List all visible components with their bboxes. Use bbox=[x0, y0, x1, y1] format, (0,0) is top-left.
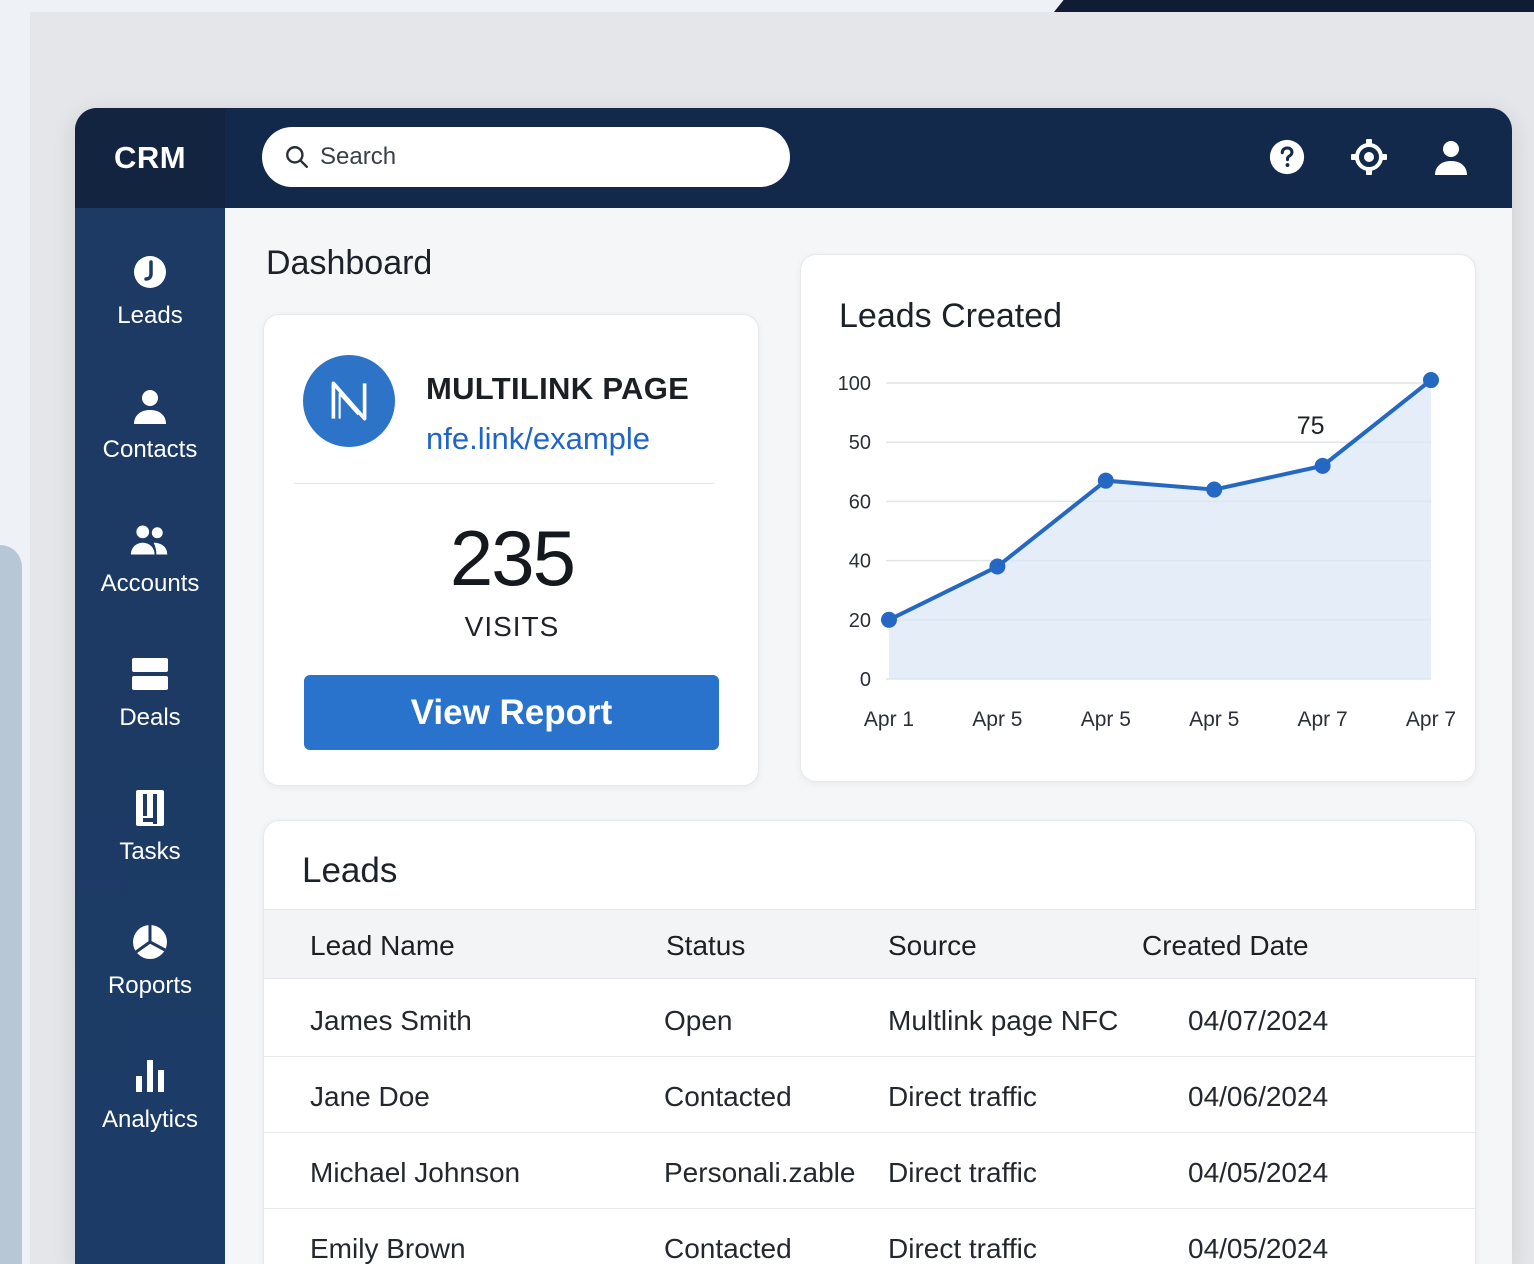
settings-icon[interactable] bbox=[1348, 136, 1390, 178]
data-label: 75 bbox=[1297, 412, 1325, 440]
x-tick-label: Apr 5 bbox=[972, 708, 1022, 731]
leads-created-chart-card: Leads Created 100 50 60 40 20 0 Apr 1 Apr 5 Apr … bbox=[800, 254, 1476, 782]
column-header-source[interactable]: Source bbox=[888, 930, 977, 962]
table-row[interactable]: James Smith Open Multlink page NFC 04/07… bbox=[264, 981, 1477, 1057]
view-report-button[interactable]: View Report bbox=[304, 675, 719, 750]
top-bar: CRM bbox=[75, 108, 1512, 208]
search-bar[interactable] bbox=[262, 127, 790, 187]
table-row[interactable]: Emily Brown Contacted Direct traffic 04/… bbox=[264, 1209, 1477, 1264]
data-point bbox=[1423, 372, 1439, 389]
cell-created-date: 04/06/2024 bbox=[1188, 1081, 1329, 1112]
data-point bbox=[989, 558, 1006, 575]
cell-lead-name: James Smith bbox=[310, 1005, 472, 1036]
backdrop-dark-strip bbox=[1054, 0, 1534, 12]
cell-created-date: 04/05/2024 bbox=[1188, 1233, 1329, 1264]
search-icon bbox=[286, 146, 308, 168]
analytics-icon bbox=[136, 1060, 164, 1092]
cell-source: Direct traffic bbox=[888, 1081, 1037, 1112]
crm-app-window: CRM Search Leads Contacts Accounts Deals… bbox=[75, 108, 1512, 1264]
sidebar-item-tasks[interactable]: Tasks bbox=[75, 788, 225, 898]
x-tick-label: Apr 5 bbox=[1081, 708, 1131, 731]
reports-icon bbox=[133, 925, 167, 959]
data-point bbox=[881, 611, 897, 628]
sidebar-nav: Leads Contacts Accounts Deals Tasks Ropo… bbox=[75, 208, 225, 1264]
cell-lead-name: Emily Brown bbox=[310, 1233, 466, 1264]
cell-status: Personali.zable bbox=[664, 1157, 856, 1188]
table-row[interactable]: Jane Doe Contacted Direct traffic 04/06/… bbox=[264, 1057, 1477, 1133]
column-header-created-date[interactable]: Created Date bbox=[1142, 930, 1309, 962]
cell-created-date: 04/05/2024 bbox=[1188, 1157, 1329, 1188]
y-tick-label: 0 bbox=[860, 669, 871, 691]
multilink-logo bbox=[303, 355, 395, 447]
x-tick-label: Apr 7 bbox=[1406, 708, 1456, 731]
sidebar-item-label: Accounts bbox=[100, 570, 200, 597]
page-title: Dashboard bbox=[266, 244, 433, 282]
brand-logo[interactable]: CRM bbox=[75, 108, 225, 208]
sidebar-item-reports[interactable]: Roports bbox=[75, 922, 225, 1032]
cell-status: Contacted bbox=[664, 1233, 792, 1264]
cell-status: Open bbox=[664, 1005, 733, 1036]
cell-created-date: 04/07/2024 bbox=[1188, 1005, 1329, 1036]
sidebar-item-accounts[interactable]: Accounts bbox=[75, 520, 225, 630]
column-header-lead-name[interactable]: Lead Name bbox=[310, 930, 455, 962]
y-tick-label: 100 bbox=[838, 373, 871, 395]
leads-icon bbox=[134, 256, 166, 288]
user-icon[interactable] bbox=[1430, 136, 1472, 178]
sidebar-item-contacts[interactable]: Contacts bbox=[75, 386, 225, 496]
card-divider bbox=[294, 483, 714, 484]
sidebar-item-label: Analytics bbox=[101, 1106, 199, 1133]
table-header: Lead Name Status Source Created Date bbox=[264, 909, 1477, 979]
sidebar-item-label: Deals bbox=[119, 704, 181, 731]
sidebar-item-label: Roports bbox=[107, 972, 193, 999]
area-fill bbox=[889, 380, 1431, 679]
cell-lead-name: Michael Johnson bbox=[310, 1157, 521, 1188]
cell-source: Direct traffic bbox=[888, 1157, 1037, 1188]
sidebar-item-label: Leads bbox=[117, 302, 183, 329]
deals-icon bbox=[132, 658, 168, 690]
leads-table-title: Leads bbox=[302, 851, 398, 890]
backdrop-blue-card bbox=[0, 545, 22, 1264]
help-icon[interactable] bbox=[1266, 136, 1308, 178]
search-input[interactable] bbox=[320, 143, 760, 171]
cell-source: Direct traffic bbox=[888, 1233, 1037, 1264]
sidebar-item-deals[interactable]: Deals bbox=[75, 654, 225, 764]
x-tick-label: Apr 7 bbox=[1297, 708, 1347, 731]
tasks-icon bbox=[136, 790, 164, 826]
header-actions bbox=[1266, 136, 1472, 178]
contact-icon bbox=[134, 390, 166, 424]
multilink-url[interactable]: nfe.link/example bbox=[426, 421, 650, 457]
visits-label: VISITS bbox=[464, 611, 560, 642]
leads-table-card: Leads Lead Name Status Source Created Da… bbox=[263, 820, 1477, 1264]
leads-created-chart: 100 50 60 40 20 0 Apr 1 Apr 5 Apr 5 Apr 5 Apr 7 Apr… bbox=[838, 372, 1456, 731]
sidebar-item-analytics[interactable]: Analytics bbox=[75, 1056, 225, 1166]
visits-count: 235 bbox=[449, 514, 576, 602]
sidebar-item-label: Tasks bbox=[119, 838, 181, 865]
sidebar-item-label: Contacts bbox=[102, 436, 198, 463]
cell-lead-name: Jane Doe bbox=[310, 1081, 430, 1112]
cell-source: Multlink page NFC bbox=[888, 1005, 1119, 1036]
data-point bbox=[1206, 481, 1223, 498]
table-row[interactable]: Michael Johnson Personali.zable Direct t… bbox=[264, 1133, 1477, 1209]
y-tick-label: 50 bbox=[849, 432, 871, 454]
data-point bbox=[1097, 472, 1114, 489]
column-header-status[interactable]: Status bbox=[666, 930, 745, 962]
cell-status: Contacted bbox=[664, 1081, 792, 1112]
sidebar-item-leads[interactable]: Leads bbox=[75, 252, 225, 362]
y-tick-label: 40 bbox=[849, 551, 871, 573]
multilink-card: MULTILINK PAGE nfe.link/example 235 VISI… bbox=[263, 314, 759, 786]
y-tick-label: 60 bbox=[849, 491, 871, 513]
y-tick-label: 20 bbox=[849, 610, 871, 632]
n-letter-icon bbox=[331, 381, 367, 421]
accounts-icon bbox=[130, 525, 168, 555]
data-point bbox=[1314, 457, 1331, 474]
x-tick-label: Apr 1 bbox=[864, 708, 914, 731]
multilink-title: MULTILINK PAGE bbox=[426, 371, 690, 406]
x-tick-label: Apr 5 bbox=[1189, 708, 1239, 731]
